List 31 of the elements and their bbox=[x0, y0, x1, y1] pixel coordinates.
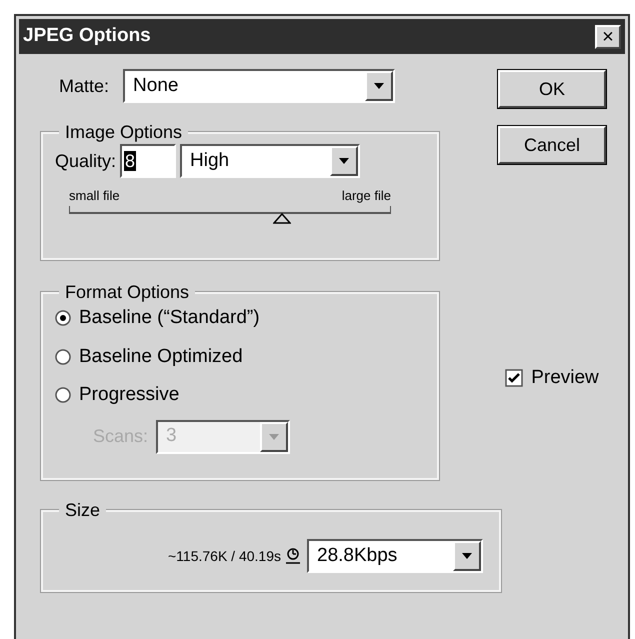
ok-button[interactable]: OK bbox=[498, 70, 606, 108]
dropdown-arrow-button[interactable] bbox=[453, 541, 481, 571]
slider-max-label: large file bbox=[342, 187, 391, 205]
preview-label: Preview bbox=[531, 366, 599, 390]
quality-field[interactable]: 8 bbox=[120, 144, 176, 178]
close-button[interactable]: × bbox=[595, 24, 621, 48]
radio-label: Progressive bbox=[79, 383, 180, 407]
size-estimate: ~115.76K / 40.19s bbox=[168, 546, 281, 566]
window-title: JPEG Options bbox=[23, 24, 151, 48]
matte-label: Matte: bbox=[59, 74, 110, 98]
radio-label: Baseline Optimized bbox=[79, 344, 243, 368]
dropdown-arrow-button[interactable] bbox=[365, 71, 394, 101]
radio-button[interactable] bbox=[55, 348, 71, 365]
radio-button[interactable] bbox=[55, 310, 71, 326]
dropdown-arrow-button[interactable] bbox=[330, 146, 358, 176]
quality-slider-track[interactable] bbox=[69, 206, 391, 226]
slider-min-label: small file bbox=[69, 187, 120, 205]
cancel-button[interactable]: Cancel bbox=[498, 126, 606, 164]
quality-dropdown[interactable]: High bbox=[180, 144, 360, 178]
speed-dropdown[interactable]: 28.8Kbps bbox=[307, 539, 483, 573]
slider-thumb[interactable] bbox=[272, 212, 291, 224]
radio-button[interactable] bbox=[55, 387, 71, 404]
matte-dropdown[interactable]: None bbox=[123, 69, 396, 103]
dropdown-arrow-button[interactable] bbox=[260, 422, 288, 452]
radio-label: Baseline (“Standard”) bbox=[79, 306, 260, 330]
caret-icon bbox=[269, 434, 280, 440]
caret-icon bbox=[339, 158, 350, 164]
caret-icon bbox=[462, 553, 472, 559]
caret-icon bbox=[374, 83, 384, 89]
quality-label: Quality: bbox=[55, 150, 116, 173]
checkbox[interactable] bbox=[505, 369, 524, 388]
